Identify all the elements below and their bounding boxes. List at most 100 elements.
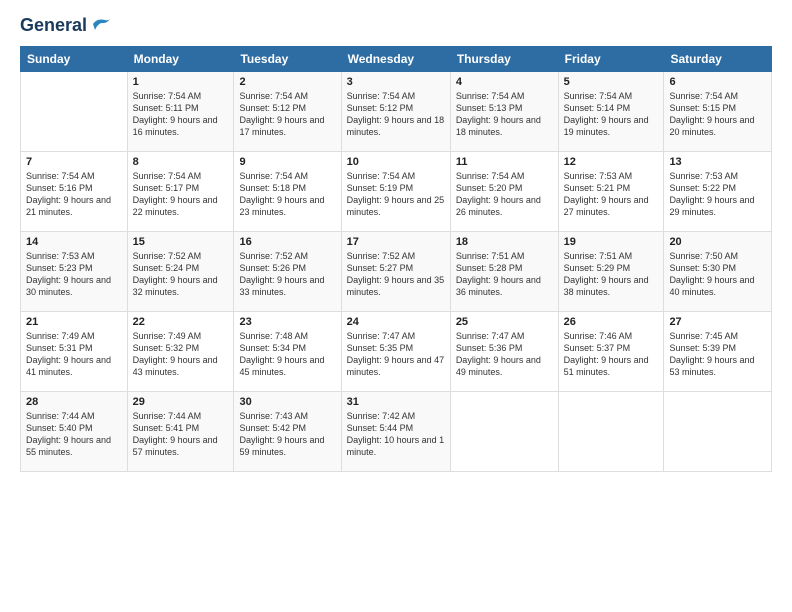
logo-general: General [20, 16, 87, 36]
day-cell: 20 Sunrise: 7:50 AMSunset: 5:30 PMDayligh… [664, 231, 772, 311]
day-cell: 14 Sunrise: 7:53 AMSunset: 5:23 PMDayligh… [21, 231, 128, 311]
col-header-thursday: Thursday [450, 46, 558, 71]
day-info: Sunrise: 7:54 AMSunset: 5:20 PMDaylight:… [456, 170, 553, 219]
day-number: 14 [26, 236, 122, 248]
week-row-2: 7Sunrise: 7:54 AMSunset: 5:16 PMDaylight… [21, 151, 772, 231]
day-number: 23 [239, 316, 335, 328]
day-number: 2 [239, 76, 335, 88]
day-cell: 23 Sunrise: 7:48 AMSunset: 5:34 PMDayligh… [234, 311, 341, 391]
day-cell: 16 Sunrise: 7:52 AMSunset: 5:26 PMDayligh… [234, 231, 341, 311]
day-number: 7 [26, 156, 122, 168]
day-number: 31 [347, 396, 445, 408]
day-info: Sunrise: 7:54 AMSunset: 5:14 PMDaylight:… [564, 90, 659, 139]
day-number: 17 [347, 236, 445, 248]
day-cell [450, 391, 558, 471]
day-number: 12 [564, 156, 659, 168]
day-cell: 13 Sunrise: 7:53 AMSunset: 5:22 PMDayligh… [664, 151, 772, 231]
day-cell: 29Sunrise: 7:44 AMSunset: 5:41 PMDayligh… [127, 391, 234, 471]
day-number: 19 [564, 236, 659, 248]
logo-bird-icon [89, 16, 111, 32]
col-header-monday: Monday [127, 46, 234, 71]
day-cell: 24 Sunrise: 7:47 AMSunset: 5:35 PMDayligh… [341, 311, 450, 391]
col-header-wednesday: Wednesday [341, 46, 450, 71]
day-info: Sunrise: 7:54 AMSunset: 5:19 PMDaylight:… [347, 170, 445, 219]
day-number: 18 [456, 236, 553, 248]
day-info: Sunrise: 7:47 AMSunset: 5:35 PMDaylight:… [347, 330, 445, 379]
day-number: 16 [239, 236, 335, 248]
day-info: Sunrise: 7:54 AMSunset: 5:18 PMDaylight:… [239, 170, 335, 219]
day-cell: 15Sunrise: 7:52 AMSunset: 5:24 PMDayligh… [127, 231, 234, 311]
day-cell: 2 Sunrise: 7:54 AMSunset: 5:12 PMDaylight… [234, 71, 341, 151]
day-info: Sunrise: 7:54 AMSunset: 5:12 PMDaylight:… [347, 90, 445, 139]
col-header-friday: Friday [558, 46, 664, 71]
day-info: Sunrise: 7:54 AMSunset: 5:13 PMDaylight:… [456, 90, 553, 139]
col-header-sunday: Sunday [21, 46, 128, 71]
col-header-saturday: Saturday [664, 46, 772, 71]
day-info: Sunrise: 7:50 AMSunset: 5:30 PMDaylight:… [669, 250, 766, 299]
day-number: 28 [26, 396, 122, 408]
header: General [20, 16, 772, 36]
day-cell: 28 Sunrise: 7:44 AMSunset: 5:40 PMDayligh… [21, 391, 128, 471]
day-info: Sunrise: 7:53 AMSunset: 5:23 PMDaylight:… [26, 250, 122, 299]
day-info: Sunrise: 7:44 AMSunset: 5:40 PMDaylight:… [26, 410, 122, 459]
day-number: 15 [133, 236, 229, 248]
day-number: 3 [347, 76, 445, 88]
day-cell: 3 Sunrise: 7:54 AMSunset: 5:12 PMDaylight… [341, 71, 450, 151]
day-number: 6 [669, 76, 766, 88]
day-info: Sunrise: 7:49 AMSunset: 5:32 PMDaylight:… [133, 330, 229, 379]
col-header-tuesday: Tuesday [234, 46, 341, 71]
day-info: Sunrise: 7:45 AMSunset: 5:39 PMDaylight:… [669, 330, 766, 379]
day-number: 4 [456, 76, 553, 88]
day-number: 25 [456, 316, 553, 328]
day-cell: 12 Sunrise: 7:53 AMSunset: 5:21 PMDayligh… [558, 151, 664, 231]
day-number: 1 [133, 76, 229, 88]
day-cell: 9 Sunrise: 7:54 AMSunset: 5:18 PMDaylight… [234, 151, 341, 231]
day-info: Sunrise: 7:54 AMSunset: 5:17 PMDaylight:… [133, 170, 229, 219]
day-number: 26 [564, 316, 659, 328]
day-info: Sunrise: 7:54 AMSunset: 5:11 PMDaylight:… [133, 90, 229, 139]
day-cell: 25 Sunrise: 7:47 AMSunset: 5:36 PMDayligh… [450, 311, 558, 391]
day-cell: 17 Sunrise: 7:52 AMSunset: 5:27 PMDayligh… [341, 231, 450, 311]
week-row-3: 14 Sunrise: 7:53 AMSunset: 5:23 PMDayligh… [21, 231, 772, 311]
day-number: 9 [239, 156, 335, 168]
week-row-5: 28 Sunrise: 7:44 AMSunset: 5:40 PMDayligh… [21, 391, 772, 471]
logo: General [20, 16, 111, 36]
day-cell: 19Sunrise: 7:51 AMSunset: 5:29 PMDayligh… [558, 231, 664, 311]
day-cell: 26 Sunrise: 7:46 AMSunset: 5:37 PMDayligh… [558, 311, 664, 391]
calendar-header-row: SundayMondayTuesdayWednesdayThursdayFrid… [21, 46, 772, 71]
day-number: 27 [669, 316, 766, 328]
day-info: Sunrise: 7:52 AMSunset: 5:27 PMDaylight:… [347, 250, 445, 299]
day-cell: 30 Sunrise: 7:43 AMSunset: 5:42 PMDayligh… [234, 391, 341, 471]
day-number: 30 [239, 396, 335, 408]
calendar-table: SundayMondayTuesdayWednesdayThursdayFrid… [20, 46, 772, 472]
day-cell: 11Sunrise: 7:54 AMSunset: 5:20 PMDayligh… [450, 151, 558, 231]
day-cell: 27 Sunrise: 7:45 AMSunset: 5:39 PMDayligh… [664, 311, 772, 391]
day-info: Sunrise: 7:51 AMSunset: 5:28 PMDaylight:… [456, 250, 553, 299]
day-number: 21 [26, 316, 122, 328]
day-info: Sunrise: 7:49 AMSunset: 5:31 PMDaylight:… [26, 330, 122, 379]
day-info: Sunrise: 7:43 AMSunset: 5:42 PMDaylight:… [239, 410, 335, 459]
day-cell: 8Sunrise: 7:54 AMSunset: 5:17 PMDaylight… [127, 151, 234, 231]
day-cell: 22 Sunrise: 7:49 AMSunset: 5:32 PMDayligh… [127, 311, 234, 391]
day-info: Sunrise: 7:46 AMSunset: 5:37 PMDaylight:… [564, 330, 659, 379]
day-info: Sunrise: 7:53 AMSunset: 5:22 PMDaylight:… [669, 170, 766, 219]
day-info: Sunrise: 7:44 AMSunset: 5:41 PMDaylight:… [133, 410, 229, 459]
day-cell: 6Sunrise: 7:54 AMSunset: 5:15 PMDaylight… [664, 71, 772, 151]
day-number: 24 [347, 316, 445, 328]
day-info: Sunrise: 7:47 AMSunset: 5:36 PMDaylight:… [456, 330, 553, 379]
day-info: Sunrise: 7:48 AMSunset: 5:34 PMDaylight:… [239, 330, 335, 379]
day-number: 22 [133, 316, 229, 328]
day-cell: 7Sunrise: 7:54 AMSunset: 5:16 PMDaylight… [21, 151, 128, 231]
day-cell: 18 Sunrise: 7:51 AMSunset: 5:28 PMDayligh… [450, 231, 558, 311]
day-number: 13 [669, 156, 766, 168]
day-cell [558, 391, 664, 471]
day-cell: 5Sunrise: 7:54 AMSunset: 5:14 PMDaylight… [558, 71, 664, 151]
day-cell: 10Sunrise: 7:54 AMSunset: 5:19 PMDayligh… [341, 151, 450, 231]
week-row-4: 21 Sunrise: 7:49 AMSunset: 5:31 PMDayligh… [21, 311, 772, 391]
day-info: Sunrise: 7:52 AMSunset: 5:26 PMDaylight:… [239, 250, 335, 299]
week-row-1: 1 Sunrise: 7:54 AMSunset: 5:11 PMDaylight… [21, 71, 772, 151]
day-info: Sunrise: 7:54 AMSunset: 5:12 PMDaylight:… [239, 90, 335, 139]
day-info: Sunrise: 7:53 AMSunset: 5:21 PMDaylight:… [564, 170, 659, 219]
day-cell: 1 Sunrise: 7:54 AMSunset: 5:11 PMDaylight… [127, 71, 234, 151]
day-number: 20 [669, 236, 766, 248]
